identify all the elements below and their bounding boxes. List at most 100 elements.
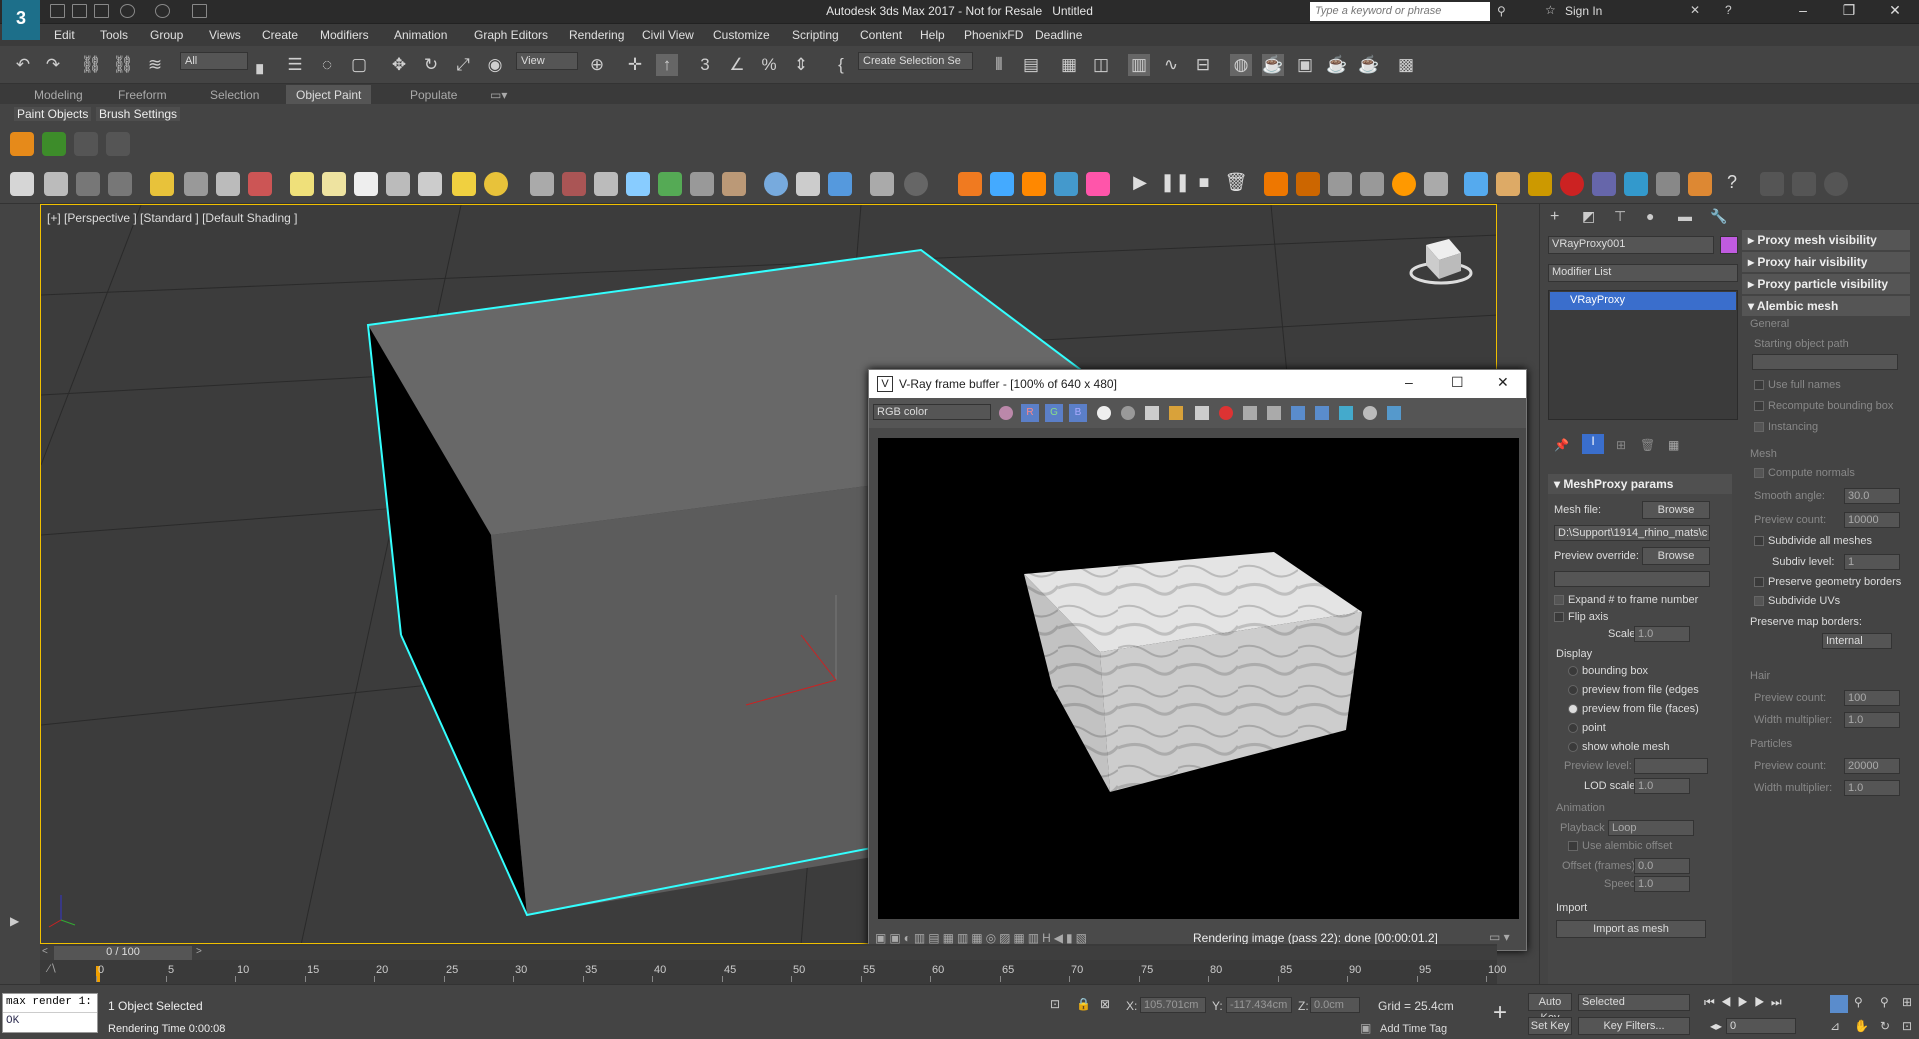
mesh-file-path-field[interactable]: D:\Support\1914_rhino_mats\c <box>1554 525 1710 541</box>
interactive-render-icon[interactable] <box>1339 406 1353 420</box>
clear-image-icon[interactable] <box>1219 406 1233 420</box>
starting-object-path-field[interactable] <box>1752 354 1898 370</box>
proxy-hair-visibility-header[interactable]: ▸ Proxy hair visibility <box>1742 252 1910 272</box>
instancing-checkbox[interactable] <box>1754 422 1764 432</box>
app-logo[interactable]: 3 <box>2 0 40 40</box>
region-select-icon[interactable]: ◌ <box>316 54 338 76</box>
phoenix-ocean-icon[interactable] <box>1054 172 1078 196</box>
expand-frame-checkbox[interactable] <box>1554 595 1564 605</box>
green-channel-toggle[interactable]: G <box>1045 404 1063 422</box>
menu-modifiers[interactable]: Modifiers <box>320 28 369 42</box>
set-key-button[interactable]: Set Key <box>1528 1017 1572 1035</box>
phoenix-particles-icon[interactable] <box>1086 172 1110 196</box>
viewport-label[interactable]: [+] [Perspective ] [Standard ] [Default … <box>47 211 297 225</box>
menu-phoenixfd[interactable]: PhoenixFD <box>964 28 1023 42</box>
create-tab-icon[interactable]: + <box>1550 208 1559 226</box>
preserve-geo-checkbox[interactable] <box>1754 577 1764 587</box>
y-coord-field[interactable]: -117.434cm <box>1226 997 1292 1013</box>
phoenix-forces-icon[interactable] <box>1328 172 1352 196</box>
maxscript-listener[interactable]: max render 1: OK <box>2 993 98 1033</box>
timeline-ruler[interactable]: 0 5 10 15 20 25 30 35 40 45 50 55 60 65 70 75 80 85 90 95 10… <box>96 962 1506 982</box>
modifier-list-dropdown[interactable]: Modifier List <box>1548 264 1738 282</box>
menu-group[interactable]: Group <box>150 28 183 42</box>
bind-space-warp-icon[interactable]: ≋ <box>144 54 166 76</box>
ribbon-options-icon[interactable]: ▭▾ <box>490 88 507 102</box>
tab-selection[interactable]: Selection <box>210 88 259 102</box>
search-input[interactable]: Type a keyword or phrase <box>1310 2 1490 21</box>
schematic-view-icon[interactable]: ⊟ <box>1192 54 1214 76</box>
play-icon[interactable]: ▶ <box>1128 172 1152 196</box>
select-by-name-icon[interactable]: ☰ <box>284 54 306 76</box>
vray-ambient-light-icon[interactable] <box>418 172 442 196</box>
subtab-paint-objects[interactable]: Paint Objects <box>14 107 92 121</box>
vray-sphere-icon[interactable] <box>216 172 240 196</box>
set-key-big-icon[interactable]: + <box>1486 999 1514 1027</box>
rendered-image[interactable] <box>878 438 1519 919</box>
key-filters-button[interactable]: Key Filters... <box>1578 1017 1690 1035</box>
render-icon[interactable] <box>1387 406 1401 420</box>
time-slider-thumb[interactable]: 0 / 100 <box>54 946 192 960</box>
auto-key-button[interactable]: Auto Key <box>1528 993 1572 1024</box>
history-icon[interactable] <box>1243 406 1257 420</box>
lod-scale-spinner[interactable]: 1.0 <box>1634 778 1690 794</box>
exchange-icon[interactable]: ✕ <box>1690 3 1700 17</box>
maxscript-input[interactable]: max render 1: <box>3 994 97 1013</box>
hair-width-spinner[interactable]: 1.0 <box>1844 712 1900 728</box>
phoenix-wind-icon[interactable] <box>1360 172 1384 196</box>
isolate-icon[interactable]: ⊡ <box>1050 997 1060 1011</box>
vray-camera-icon[interactable] <box>594 172 618 196</box>
vfb-maximize-button[interactable]: ☐ <box>1451 374 1464 391</box>
proxy-mesh-visibility-header[interactable]: ▸ Proxy mesh visibility <box>1742 230 1910 250</box>
remove-modifier-icon[interactable]: 🗑 <box>1640 438 1655 452</box>
menu-help[interactable]: Help <box>920 28 945 42</box>
vray-ies-light-icon[interactable] <box>386 172 410 196</box>
menu-customize[interactable]: Customize <box>713 28 770 42</box>
vray-dome-light-icon[interactable] <box>322 172 346 196</box>
zoom-icon[interactable]: ⚲ <box>1854 995 1863 1009</box>
current-frame-field[interactable]: 0 <box>1726 1018 1796 1034</box>
preserve-map-dropdown[interactable]: Internal <box>1822 633 1892 649</box>
vray-sphere-light-icon[interactable] <box>354 172 378 196</box>
phoenix-vortex-icon[interactable] <box>1424 172 1448 196</box>
vray-hf-icon[interactable] <box>690 172 714 196</box>
use-full-names-checkbox[interactable] <box>1754 380 1764 390</box>
tab-object-paint[interactable]: Object Paint <box>286 85 372 105</box>
vray-plane-light-icon[interactable] <box>290 172 314 196</box>
unlink-icon[interactable]: ⛓ <box>112 54 134 76</box>
keyboard-shortcut-toggle-icon[interactable]: ↑ <box>656 54 678 76</box>
subdiv-level-spinner[interactable]: 1 <box>1844 554 1900 570</box>
percent-snap-icon[interactable]: % <box>758 54 780 76</box>
phoenix-cube-icon[interactable] <box>1592 172 1616 196</box>
scale-spinner[interactable]: 1.0 <box>1634 626 1690 642</box>
trash-icon[interactable]: 🗑 <box>1224 172 1248 196</box>
window-crossing-icon[interactable]: ▢ <box>348 54 370 76</box>
hair-preview-count-spinner[interactable]: 100 <box>1844 690 1900 706</box>
playback-controls[interactable]: ⏮◀▶▶⏭ <box>1704 995 1788 1010</box>
vfb-panel-toggle-icon[interactable]: ▭ ▾ <box>1489 930 1510 944</box>
redo-icon[interactable]: ↷ <box>42 54 64 76</box>
reference-coordinate-dropdown[interactable]: View <box>516 52 578 70</box>
spinner-snap-icon[interactable]: ⇕ <box>790 54 812 76</box>
vray-sky-icon[interactable] <box>484 172 508 196</box>
selection-filter-dropdown[interactable]: All <box>180 52 248 70</box>
align-icon[interactable]: ▤ <box>1020 54 1042 76</box>
time-slider-track[interactable]: < 0 / 100 > <box>40 946 1497 960</box>
select-object-icon[interactable]: ▖ <box>252 54 274 76</box>
viewcube[interactable] <box>1409 239 1473 285</box>
render-iterative-icon[interactable]: ☕ <box>1358 54 1380 76</box>
display-bounding-box-radio[interactable] <box>1568 666 1578 676</box>
scale-icon[interactable]: ⤢ <box>452 54 474 76</box>
vray-frame-icon[interactable] <box>76 172 100 196</box>
mesh-file-browse-button[interactable]: Browse <box>1642 501 1710 519</box>
zoom-extents-icon[interactable] <box>1830 995 1848 1013</box>
layer-explorer-icon[interactable]: ◫ <box>1090 54 1112 76</box>
vray-sun-icon[interactable] <box>452 172 476 196</box>
curve-toggle-icon[interactable]: ⁄∖ <box>48 962 68 980</box>
tools-icon[interactable] <box>74 132 98 156</box>
vray-teapot-icon[interactable] <box>10 172 34 196</box>
vfb-minimize-button[interactable]: – <box>1405 374 1413 390</box>
vfb-title-bar[interactable]: V V-Ray frame buffer - [100% of 640 x 48… <box>869 370 1526 398</box>
particles-preview-count-spinner[interactable]: 20000 <box>1844 758 1900 774</box>
star-icon[interactable]: ☆ <box>1545 3 1556 17</box>
forest-pack-icon[interactable] <box>10 132 34 156</box>
